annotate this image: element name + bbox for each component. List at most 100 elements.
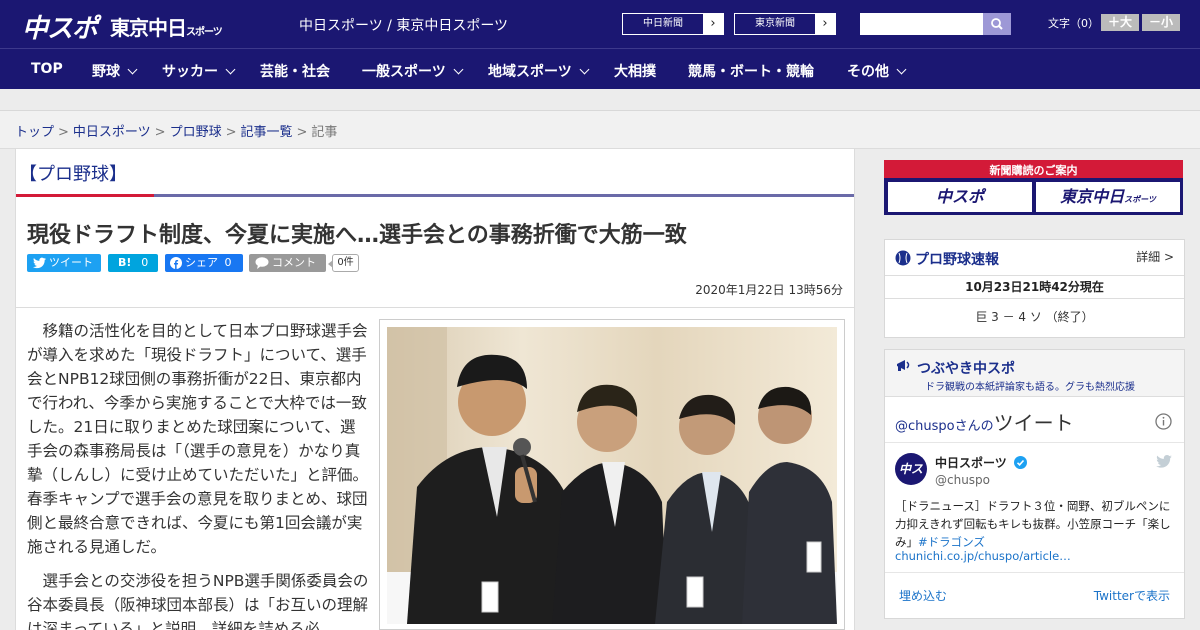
nav-sumo-label: 大相撲 bbox=[614, 64, 656, 80]
breadcrumb-top[interactable]: トップ bbox=[15, 125, 54, 140]
info-icon[interactable] bbox=[1155, 413, 1172, 430]
tweet-text: ［ドラニュース］ドラフト３位・岡野、初ブルペンに力抑えきれず回転もキレも抜群。小… bbox=[895, 497, 1177, 551]
tokyo-logo-main: 東京中日 bbox=[110, 16, 187, 40]
megaphone-icon bbox=[897, 360, 910, 371]
tweet-account-handle[interactable]: @chuspo bbox=[935, 473, 990, 487]
breadcrumb-chuspo[interactable]: 中日スポーツ bbox=[73, 125, 151, 140]
twitter-bird-icon bbox=[33, 257, 46, 269]
chunichi-shimbun-label: 中日新聞 bbox=[643, 18, 683, 29]
chevron-down-icon bbox=[127, 64, 138, 75]
nav-baseball[interactable]: 野球 bbox=[92, 61, 138, 81]
tweet-account-name[interactable]: 中日スポーツ bbox=[935, 454, 1027, 471]
breadcrumb-bar: トップ > 中日スポーツ > プロ野球 > 記事一覧 > 記事 bbox=[0, 111, 1200, 149]
breadcrumb-separator: > bbox=[58, 125, 69, 140]
hatena-bookmark-button[interactable]: B! 0 bbox=[108, 254, 158, 272]
ad-tokyo-logo-main: 東京中日 bbox=[1060, 187, 1125, 206]
article-container: 【プロ野球】 現役ドラフト制度、今夏に実施へ…選手会との事務折衝で大筋一致 ツイ… bbox=[15, 149, 855, 630]
facebook-count: 0 bbox=[224, 256, 232, 269]
tweet-link[interactable]: chunichi.co.jp/chuspo/article… bbox=[895, 549, 1071, 563]
article-photo[interactable] bbox=[387, 327, 837, 624]
tokyo-chunichi-logo[interactable]: 東京中日スポーツ bbox=[110, 12, 223, 41]
chevron-down-icon bbox=[896, 64, 907, 75]
article-category: 【プロ野球】 bbox=[19, 164, 127, 185]
nav-entertainment[interactable]: 芸能・社会 bbox=[260, 61, 330, 81]
twitter-widget: つぶやき中スポ ドラ観戦の本紙評論家も語る。グラも熱烈応援 @chuspoさんの… bbox=[884, 349, 1185, 619]
nav-racing[interactable]: 競馬・ボート・競輪 bbox=[688, 61, 814, 81]
subscription-banner-title: 新聞購読のご案内 bbox=[989, 164, 1078, 177]
article-paragraph: 選手会との交渉役を担うNPB選手関係委員会の谷本委員長（阪神球団本部長）は「お互… bbox=[27, 572, 369, 630]
sub-nav-bar bbox=[0, 89, 1200, 111]
tweet-label: ツイート bbox=[49, 256, 93, 269]
article-body: 移籍の活性化を目的として日本プロ野球選手会が導入を求めた「現役ドラフト」について… bbox=[27, 319, 369, 630]
facebook-label: シェア bbox=[185, 256, 218, 269]
ad-tokyo-logo-small: スポーツ bbox=[1124, 195, 1156, 204]
chuspo-logo[interactable]: 中スポ bbox=[22, 8, 98, 45]
score-result[interactable]: 巨 3 － 4 ソ （終了） bbox=[885, 308, 1184, 325]
twitter-widget-title: つぶやき中スポ bbox=[917, 361, 1015, 377]
twitter-widget-subtitle: ドラ観戦の本紙評論家も語る。グラも熱烈応援 bbox=[925, 382, 1135, 393]
article-date: 2020年1月22日 13時56分 bbox=[695, 283, 843, 297]
comment-count: 0件 bbox=[328, 254, 359, 272]
twitter-widget-header: つぶやき中スポ ドラ観戦の本紙評論家も語る。グラも熱烈応援 bbox=[885, 350, 1184, 397]
twitter-timeline-heading: @chuspoさんのツイート bbox=[895, 407, 1074, 436]
tokyo-shimbun-button[interactable]: 東京新聞 › bbox=[734, 13, 836, 35]
twitter-handle-link[interactable]: @chuspo bbox=[895, 419, 955, 434]
chevron-right-icon: › bbox=[703, 14, 723, 34]
hatena-count: 0 bbox=[141, 256, 149, 269]
tokyo-logo-small: スポーツ bbox=[186, 27, 223, 38]
twitter-divider bbox=[885, 442, 1184, 443]
chevron-right-icon: › bbox=[815, 14, 835, 34]
search-button[interactable] bbox=[983, 13, 1011, 35]
score-timestamp: 10月23日21時42分現在 bbox=[885, 275, 1184, 299]
ad-tokyo-chunichi-logo[interactable]: 東京中日スポーツ bbox=[1036, 182, 1180, 212]
tweet-button[interactable]: ツイート bbox=[27, 254, 101, 272]
score-detail-link[interactable]: 詳細 > bbox=[1136, 248, 1174, 265]
nav-local-sports-label: 地域スポーツ bbox=[488, 64, 572, 80]
article-headline: 現役ドラフト制度、今夏に実施へ…選手会との事務折衝で大筋一致 bbox=[27, 223, 687, 248]
nav-soccer[interactable]: サッカー bbox=[162, 61, 236, 81]
font-bigger-button[interactable]: ＋大 bbox=[1101, 14, 1139, 31]
twitter-tweets-label: ツイート bbox=[993, 411, 1074, 435]
nav-local-sports[interactable]: 地域スポーツ bbox=[488, 61, 590, 81]
nav-sumo[interactable]: 大相撲 bbox=[614, 61, 656, 81]
comment-label: コメント bbox=[272, 256, 316, 269]
main-nav: TOP 野球 サッカー 芸能・社会 一般スポーツ 地域スポーツ 大相撲 競馬・ボ… bbox=[0, 48, 1200, 89]
ad-chuspo-logo[interactable]: 中スポ bbox=[888, 182, 1032, 212]
font-smaller-button[interactable]: －小 bbox=[1142, 14, 1180, 31]
nav-top-label: TOP bbox=[31, 61, 63, 77]
nav-top[interactable]: TOP bbox=[31, 61, 63, 77]
nav-other[interactable]: その他 bbox=[847, 61, 907, 81]
breadcrumb-pro-baseball[interactable]: プロ野球 bbox=[170, 125, 222, 140]
nav-racing-label: 競馬・ボート・競輪 bbox=[688, 64, 814, 80]
score-widget: プロ野球速報 詳細 > 10月23日21時42分現在 巨 3 － 4 ソ （終了… bbox=[884, 239, 1185, 338]
breadcrumb-separator: > bbox=[296, 125, 308, 140]
chevron-down-icon bbox=[453, 64, 464, 75]
nav-general-sports-label: 一般スポーツ bbox=[362, 64, 446, 80]
comment-button[interactable]: コメント bbox=[249, 254, 326, 272]
tweet-account-name-text: 中日スポーツ bbox=[935, 456, 1007, 470]
chevron-down-icon bbox=[579, 64, 590, 75]
chevron-down-icon bbox=[225, 64, 236, 75]
article-photo-frame bbox=[379, 319, 845, 630]
search-icon bbox=[991, 18, 1003, 30]
hatena-label: B! bbox=[118, 256, 132, 269]
nav-entertainment-label: 芸能・社会 bbox=[260, 64, 330, 80]
facebook-share-button[interactable]: シェア 0 bbox=[165, 254, 243, 272]
breadcrumb: トップ > 中日スポーツ > プロ野球 > 記事一覧 > 記事 bbox=[15, 121, 337, 140]
score-widget-title: プロ野球速報 bbox=[915, 252, 999, 268]
nav-general-sports[interactable]: 一般スポーツ bbox=[362, 61, 464, 81]
facebook-icon bbox=[170, 257, 182, 269]
chunichi-shimbun-button[interactable]: 中日新聞 › bbox=[622, 13, 724, 35]
nav-baseball-label: 野球 bbox=[92, 64, 120, 80]
breadcrumb-article-list[interactable]: 記事一覧 bbox=[241, 125, 293, 140]
avatar[interactable]: 中スポ bbox=[895, 453, 927, 508]
breadcrumb-separator: > bbox=[154, 125, 166, 140]
top-header: 中スポ 東京中日スポーツ 中日スポーツ / 東京中日スポーツ 中日新聞 › 東京… bbox=[0, 0, 1200, 48]
embed-link[interactable]: 埋め込む bbox=[899, 587, 947, 604]
search-input[interactable] bbox=[860, 13, 983, 35]
tokyo-shimbun-label: 東京新聞 bbox=[755, 18, 795, 29]
baseball-icon bbox=[895, 250, 911, 266]
twitter-bird-icon[interactable] bbox=[1156, 455, 1172, 468]
tweet-hashtag[interactable]: #ドラゴンズ bbox=[918, 535, 985, 549]
view-on-twitter-link[interactable]: Twitterで表示 bbox=[1094, 587, 1170, 604]
